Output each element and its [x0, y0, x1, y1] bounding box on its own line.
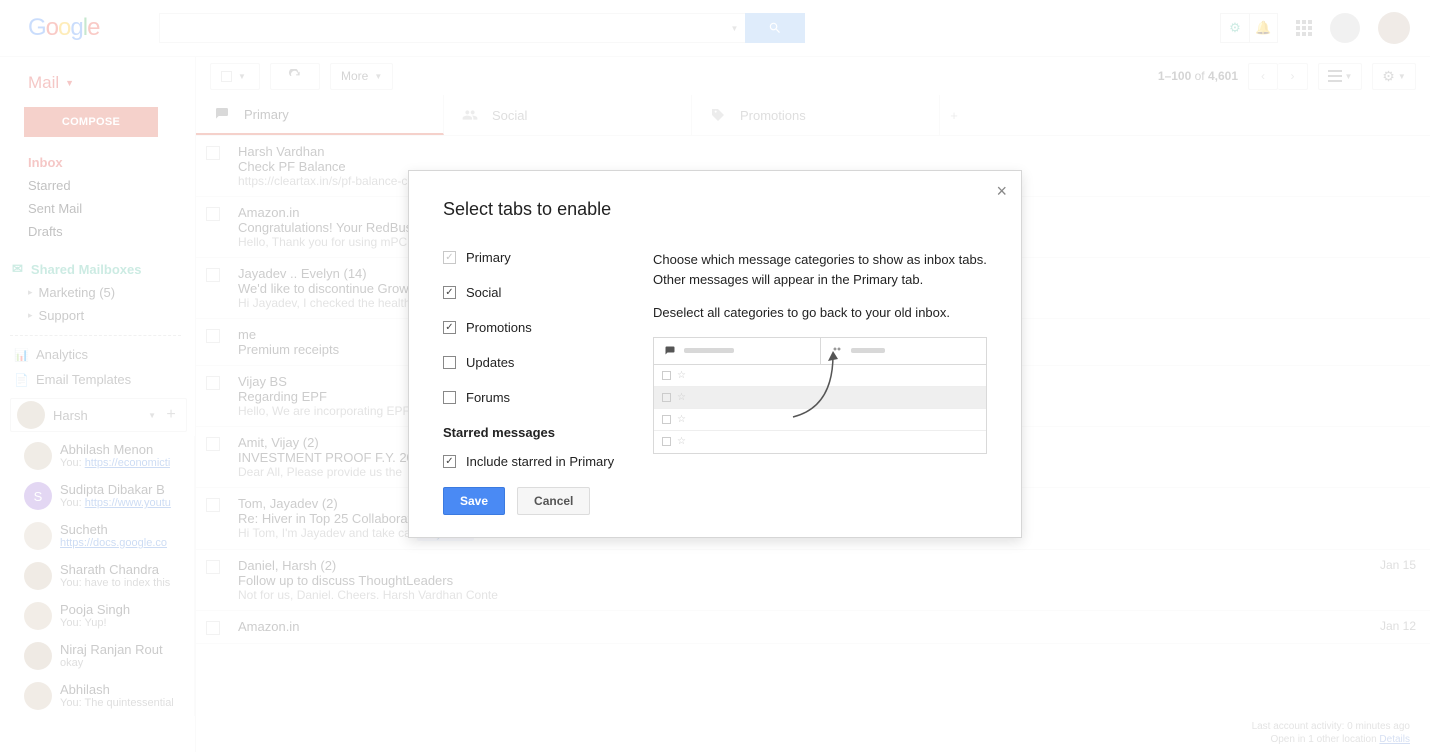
- option-updates[interactable]: Updates: [443, 355, 623, 370]
- option-promotions[interactable]: ✓ Promotions: [443, 320, 623, 335]
- arrow-icon: [783, 347, 863, 427]
- cancel-button[interactable]: Cancel: [517, 487, 590, 515]
- option-primary: ✓ Primary: [443, 250, 623, 265]
- checkbox-social[interactable]: ✓: [443, 286, 456, 299]
- option-forums[interactable]: Forums: [443, 390, 623, 405]
- save-button[interactable]: Save: [443, 487, 505, 515]
- checkbox-promotions[interactable]: ✓: [443, 321, 456, 334]
- dialog-title: Select tabs to enable: [443, 199, 987, 220]
- option-social[interactable]: ✓ Social: [443, 285, 623, 300]
- close-button[interactable]: ×: [996, 181, 1007, 202]
- select-tabs-dialog: × Select tabs to enable ✓ Primary ✓ Soci…: [408, 170, 1022, 538]
- dialog-options: ✓ Primary ✓ Social ✓ Promotions Updates …: [443, 250, 623, 469]
- option-include-starred[interactable]: ✓ Include starred in Primary: [443, 454, 623, 469]
- checkbox-include-starred[interactable]: ✓: [443, 455, 456, 468]
- dialog-description: Choose which message categories to show …: [653, 250, 987, 469]
- checkbox-primary: ✓: [443, 251, 456, 264]
- dialog-buttons: Save Cancel: [443, 487, 987, 515]
- starred-section: Starred messages ✓ Include starred in Pr…: [443, 425, 623, 469]
- inbox-icon: [664, 345, 676, 357]
- checkbox-updates[interactable]: [443, 356, 456, 369]
- starred-heading: Starred messages: [443, 425, 623, 440]
- checkbox-forums[interactable]: [443, 391, 456, 404]
